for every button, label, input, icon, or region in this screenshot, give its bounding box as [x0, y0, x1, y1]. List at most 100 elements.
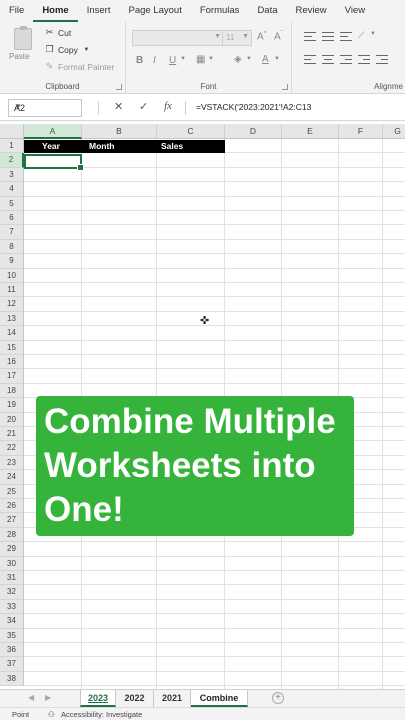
paste-icon[interactable]	[14, 26, 32, 50]
row-header-9[interactable]: 9	[0, 254, 24, 269]
row-header-1[interactable]: 1	[0, 139, 24, 154]
scroll-left-icon[interactable]: ◀	[28, 693, 34, 702]
format-painter-button[interactable]: ✎ Format Painter	[44, 61, 115, 72]
accessibility-icon[interactable]: ⚇	[48, 710, 55, 719]
add-sheet-button[interactable]: +	[272, 692, 284, 704]
tab-review[interactable]: Review	[287, 0, 336, 22]
row-header-10[interactable]: 10	[0, 268, 24, 283]
font-name-combo[interactable]: ▼	[132, 30, 224, 46]
borders-icon[interactable]: ▦	[196, 54, 205, 65]
tab-file[interactable]: File	[0, 0, 33, 22]
row-header-4[interactable]: 4	[0, 182, 24, 197]
row-header-36[interactable]: 36	[0, 643, 24, 658]
row-header-32[interactable]: 32	[0, 585, 24, 600]
accessibility-status[interactable]: Accessibility: Investigate	[61, 710, 142, 719]
sheet-tab-2021[interactable]: 2021	[154, 690, 191, 707]
tab-view[interactable]: View	[336, 0, 374, 22]
row-header-2[interactable]: 2	[0, 153, 24, 168]
chevron-down-icon[interactable]: ▼	[208, 56, 214, 62]
formula-input[interactable]: =VSTACK('2023:2021'!A2:C13	[196, 102, 311, 112]
row-header-19[interactable]: 19	[0, 398, 24, 413]
cut-button[interactable]: ✂ Cut	[44, 27, 72, 38]
decrease-indent-icon[interactable]	[358, 55, 370, 64]
italic-button[interactable]: I	[153, 55, 156, 66]
header-cell-sales[interactable]: Sales	[161, 140, 183, 153]
row-header-28[interactable]: 28	[0, 527, 24, 543]
row-header-23[interactable]: 23	[0, 455, 24, 471]
row-header-16[interactable]: 16	[0, 355, 24, 370]
select-all-corner[interactable]	[0, 124, 24, 139]
active-cell[interactable]	[24, 154, 84, 171]
row-header-21[interactable]: 21	[0, 427, 24, 442]
underline-button[interactable]: U	[169, 55, 176, 66]
align-bottom-icon[interactable]	[340, 32, 352, 41]
chevron-down-icon[interactable]: ▼	[180, 56, 186, 62]
align-middle-icon[interactable]	[322, 32, 334, 41]
tab-insert[interactable]: Insert	[78, 0, 120, 22]
column-header-c[interactable]: C	[157, 124, 225, 139]
column-header-e[interactable]: E	[282, 124, 339, 139]
table-header-row[interactable]: Year Month Sales	[24, 140, 225, 153]
align-top-icon[interactable]	[304, 32, 316, 41]
insert-function-icon[interactable]: fx	[164, 100, 172, 112]
name-box[interactable]: A2 ▼	[8, 99, 82, 117]
column-header-a[interactable]: A	[24, 124, 82, 139]
row-header-7[interactable]: 7	[0, 225, 24, 240]
row-header-22[interactable]: 22	[0, 441, 24, 456]
row-header-18[interactable]: 18	[0, 383, 24, 399]
row-header-11[interactable]: 11	[0, 283, 24, 298]
tab-formulas[interactable]: Formulas	[191, 0, 249, 22]
align-right-icon[interactable]	[340, 55, 352, 64]
sheet-tab-combine[interactable]: Combine	[191, 690, 248, 707]
column-header-f[interactable]: F	[339, 124, 383, 139]
chevron-down-icon[interactable]: ▼	[370, 31, 376, 37]
dialog-launcher-icon[interactable]	[116, 84, 122, 90]
chevron-down-icon[interactable]: ▼	[246, 56, 252, 62]
row-header-33[interactable]: 33	[0, 599, 24, 615]
row-header-20[interactable]: 20	[0, 412, 24, 427]
row-header-37[interactable]: 37	[0, 657, 24, 672]
row-header-35[interactable]: 35	[0, 628, 24, 643]
font-color-icon[interactable]: A	[262, 54, 269, 65]
row-header-14[interactable]: 14	[0, 326, 24, 341]
row-header-34[interactable]: 34	[0, 614, 24, 629]
copy-button[interactable]: ❐ Copy ▼	[44, 44, 92, 55]
fill-color-icon[interactable]: ◈	[234, 54, 242, 65]
row-header-38[interactable]: 38	[0, 671, 24, 687]
row-header-25[interactable]: 25	[0, 484, 24, 499]
row-header-26[interactable]: 26	[0, 499, 24, 514]
header-cell-month[interactable]: Month	[89, 140, 115, 153]
row-header-24[interactable]: 24	[0, 470, 24, 485]
sheet-tab-2023[interactable]: 2023	[80, 690, 116, 707]
cancel-icon[interactable]: ✕	[114, 100, 123, 113]
header-cell-year[interactable]: Year	[42, 140, 60, 153]
orientation-icon[interactable]: ⟋	[358, 30, 364, 41]
row-header-12[interactable]: 12	[0, 297, 24, 312]
row-header-3[interactable]: 3	[0, 167, 24, 183]
row-header-6[interactable]: 6	[0, 211, 24, 226]
font-size-combo[interactable]: 11 ▼	[222, 30, 252, 46]
sheet-tab-2022[interactable]: 2022	[116, 690, 154, 707]
align-center-icon[interactable]	[322, 55, 334, 64]
tab-home[interactable]: Home	[33, 0, 78, 22]
row-header-5[interactable]: 5	[0, 196, 24, 211]
row-header-31[interactable]: 31	[0, 571, 24, 586]
column-header-g[interactable]: G	[383, 124, 405, 139]
decrease-font-icon[interactable]: Aˇ	[274, 31, 283, 42]
row-header-30[interactable]: 30	[0, 556, 24, 571]
chevron-down-icon[interactable]: ▼	[274, 56, 280, 62]
paste-button[interactable]: Paste	[9, 52, 29, 61]
scroll-right-icon[interactable]: ▶	[45, 693, 51, 702]
bold-button[interactable]: B	[136, 55, 143, 66]
column-header-b[interactable]: B	[82, 124, 157, 139]
enter-check-icon[interactable]: ✓	[139, 100, 148, 113]
row-header-15[interactable]: 15	[0, 340, 24, 355]
row-header-27[interactable]: 27	[0, 513, 24, 528]
tab-data[interactable]: Data	[248, 0, 286, 22]
increase-font-icon[interactable]: A^	[257, 31, 267, 42]
row-header-8[interactable]: 8	[0, 239, 24, 255]
row-header-13[interactable]: 13	[0, 311, 24, 327]
row-header-17[interactable]: 17	[0, 369, 24, 384]
tab-page-layout[interactable]: Page Layout	[119, 0, 190, 22]
align-left-icon[interactable]	[304, 55, 316, 64]
